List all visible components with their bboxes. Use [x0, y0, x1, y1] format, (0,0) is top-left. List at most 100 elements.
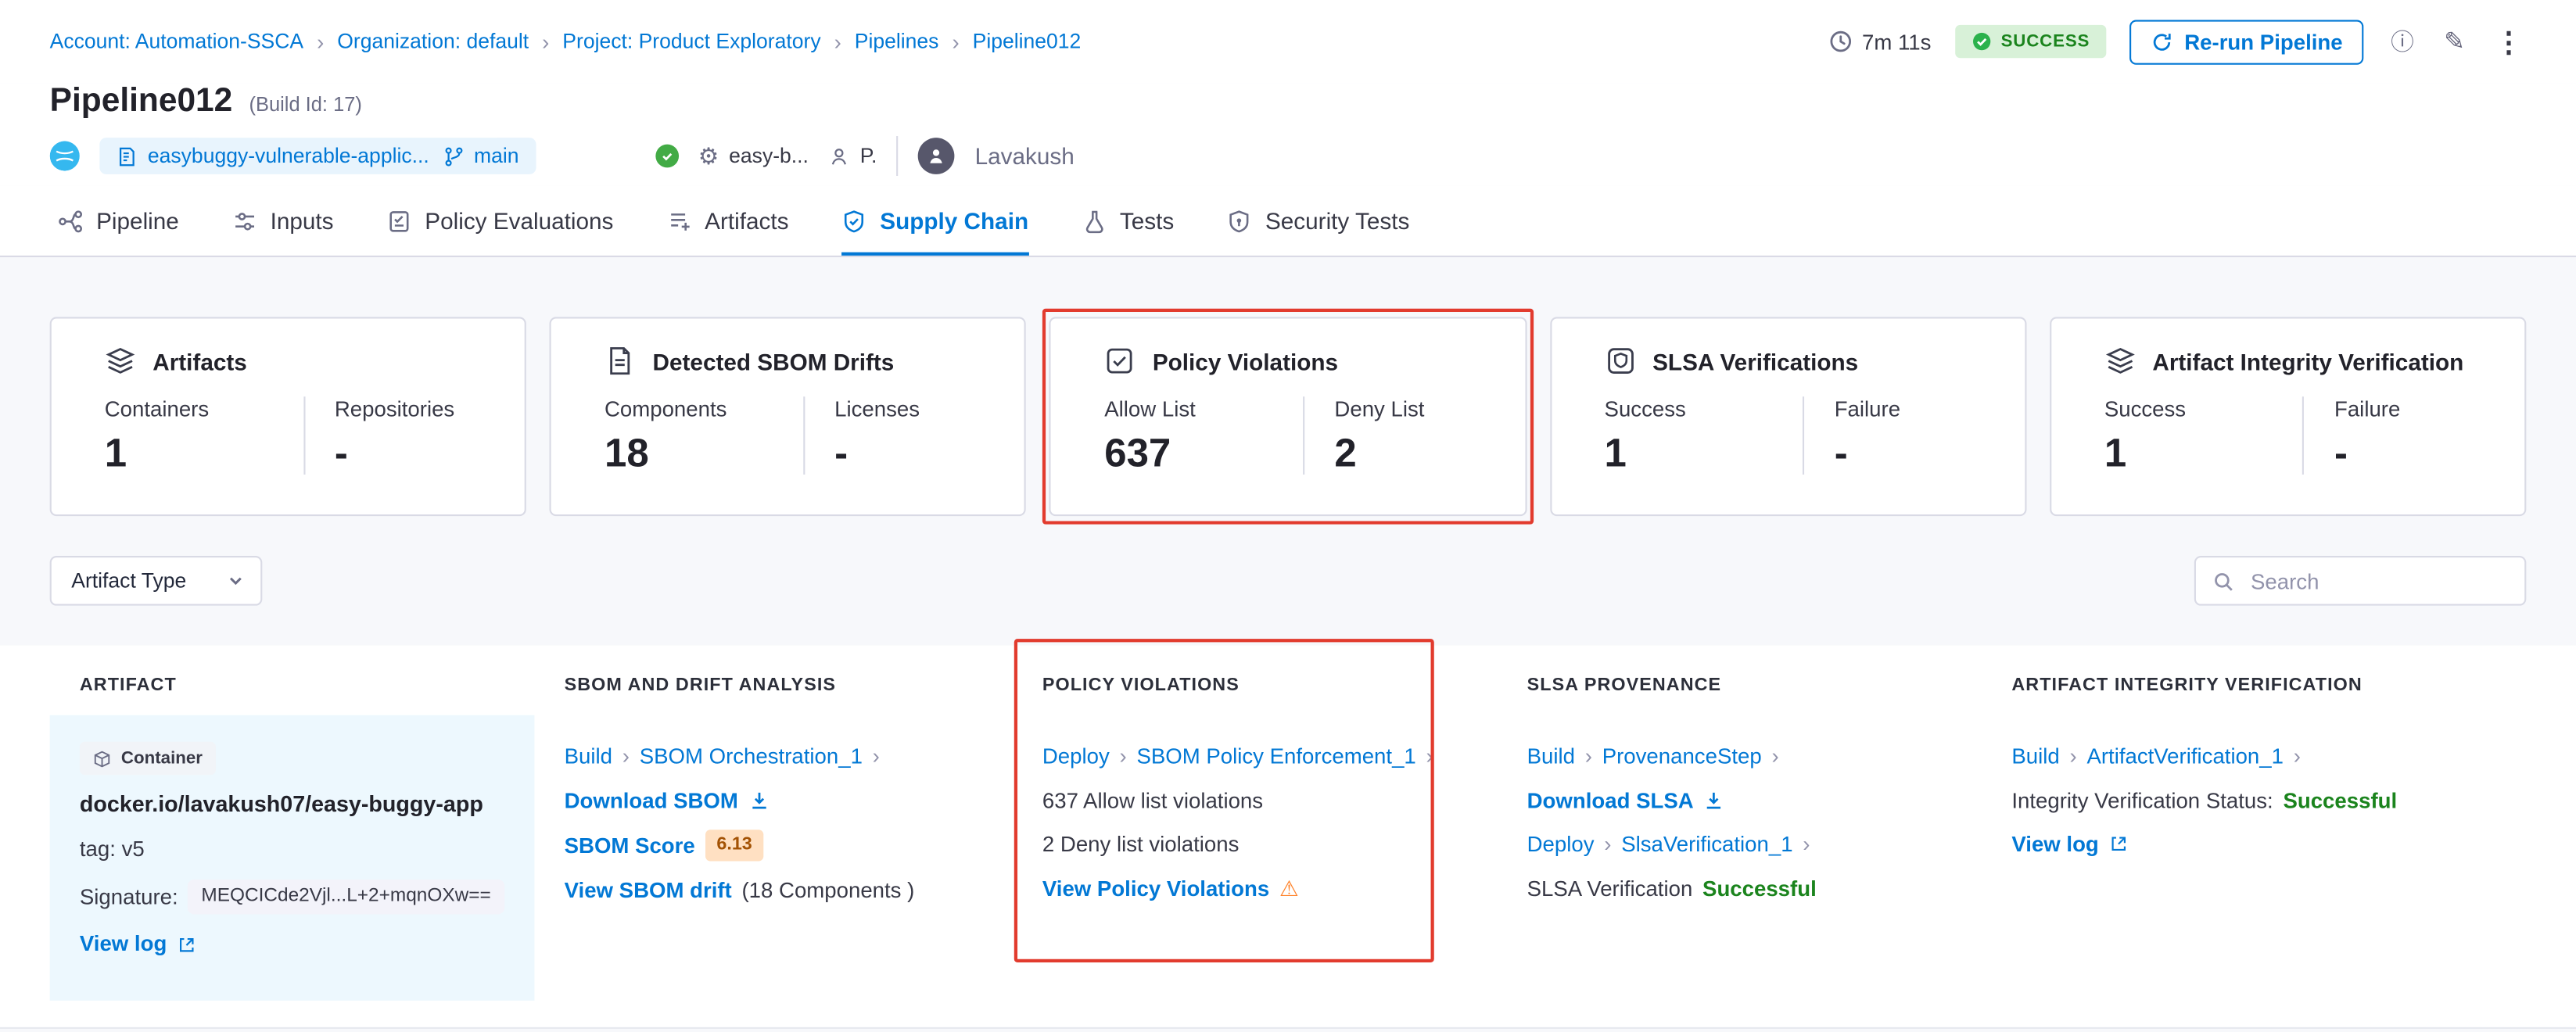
- tab-policy-evaluations[interactable]: Policy Evaluations: [386, 186, 613, 256]
- tab-security-tests[interactable]: Security Tests: [1227, 186, 1409, 256]
- metric-value: 18: [605, 435, 803, 475]
- pipeline-execution-page: Account: Automation-SSCA Organization: d…: [0, 0, 2576, 1032]
- card-title: Policy Violations: [1153, 348, 1338, 374]
- card-artifact-integrity: Artifact Integrity Verification Success1…: [2050, 317, 2527, 516]
- col-header-artifact: ARTIFACT: [50, 655, 535, 715]
- slsa-verification-label: SLSA Verification: [1527, 874, 1693, 903]
- edit-pipeline-icon[interactable]: ✎: [2441, 26, 2468, 57]
- page-title: Pipeline012: [50, 83, 233, 121]
- rerun-pipeline-button[interactable]: Re-run Pipeline: [2129, 19, 2364, 63]
- tab-label: Pipeline: [96, 207, 179, 234]
- tab-inputs[interactable]: Inputs: [232, 186, 334, 256]
- download-icon: [1703, 790, 1725, 812]
- chevron-down-icon: [228, 572, 244, 589]
- tab-label: Security Tests: [1265, 207, 1409, 234]
- metric-label: Containers: [105, 396, 303, 421]
- chevron-icon: [1585, 742, 1592, 771]
- breadcrumb-pipelines[interactable]: Pipelines: [855, 30, 939, 53]
- metric-label: Components: [605, 396, 803, 421]
- breadcrumb-project[interactable]: Project: Product Exploratory: [562, 30, 820, 53]
- table-row: Container docker.io/lavakush07/easy-bugg…: [0, 715, 2576, 1001]
- tests-icon: [1082, 208, 1107, 233]
- col-header-slsa: SLSA PROVENANCE: [1497, 655, 1982, 715]
- more-options-icon[interactable]: ⋮: [2492, 24, 2527, 59]
- status-badge: SUCCESS: [1954, 25, 2106, 58]
- integrity-stage-link[interactable]: Build: [2011, 742, 2059, 771]
- sbom-drifts-card-icon: [605, 345, 636, 376]
- metric-label: Success: [2104, 396, 2303, 421]
- tab-tests[interactable]: Tests: [1082, 186, 1174, 256]
- slsa-stage-link[interactable]: Build: [1527, 742, 1575, 771]
- repo-chip[interactable]: easybuggy-vulnerable-applic... main: [99, 138, 535, 174]
- card-title: Artifact Integrity Verification: [2152, 348, 2463, 374]
- info-icon[interactable]: ⓘ: [2388, 27, 2417, 56]
- slsa-verify-stage-link[interactable]: Deploy: [1527, 830, 1595, 858]
- breadcrumb: Account: Automation-SSCA Organization: d…: [50, 29, 1082, 54]
- metric-value: 1: [105, 435, 303, 475]
- metric-value: -: [834, 435, 1002, 475]
- metric-value: -: [1835, 435, 2002, 475]
- artifact-integrity-card-icon: [2104, 345, 2136, 376]
- repo-name: easybuggy-vulnerable-applic...: [148, 145, 429, 168]
- chevron-icon: [1771, 742, 1778, 771]
- cell-artifact-integrity: Build ArtifactVerification_1 Integrity V…: [1982, 715, 2526, 1001]
- slsa-step-link[interactable]: ProvenanceStep: [1602, 742, 1762, 771]
- duration-text: 7m 11s: [1862, 29, 1931, 54]
- policy-violations-card-icon: [1104, 345, 1136, 376]
- metric-label: Success: [1605, 396, 1803, 421]
- service-chip[interactable]: ⚙ easy-b...: [698, 145, 809, 168]
- artifact-view-log-link[interactable]: View log: [80, 930, 196, 959]
- sbom-step-link[interactable]: SBOM Orchestration_1: [640, 742, 863, 771]
- breadcrumb-account[interactable]: Account: Automation-SSCA: [50, 30, 303, 53]
- breadcrumb-pipeline012[interactable]: Pipeline012: [973, 30, 1082, 53]
- sbom-drift-components: (18 Components ): [741, 876, 914, 905]
- divider: [897, 136, 899, 176]
- view-sbom-drift-link[interactable]: View SBOM drift: [565, 876, 732, 905]
- sbom-score-link[interactable]: SBOM Score: [565, 831, 695, 860]
- supply-chain-icon: [841, 208, 866, 233]
- tab-label: Supply Chain: [880, 207, 1028, 234]
- breadcrumb-organization[interactable]: Organization: default: [337, 30, 529, 53]
- execution-duration: 7m 11s: [1829, 29, 1932, 54]
- search-icon: [2212, 570, 2234, 592]
- cell-sbom: Build SBOM Orchestration_1 Download SBOM…: [534, 715, 1012, 1001]
- download-slsa-link[interactable]: Download SLSA: [1527, 786, 1725, 815]
- integrity-step-link[interactable]: ArtifactVerification_1: [2086, 742, 2284, 771]
- triggered-by-user: Lavakush: [975, 143, 1075, 170]
- execution-icon: [50, 141, 80, 170]
- slsa-card-icon: [1605, 345, 1636, 376]
- download-sbom-link[interactable]: Download SBOM: [565, 786, 770, 815]
- user-avatar: [918, 138, 955, 174]
- sbom-stage-link[interactable]: Build: [565, 742, 612, 771]
- policy-step-link[interactable]: SBOM Policy Enforcement_1: [1136, 742, 1415, 771]
- tab-supply-chain[interactable]: Supply Chain: [841, 186, 1028, 256]
- rerun-label: Re-run Pipeline: [2184, 29, 2342, 54]
- metric-value: 2: [1334, 435, 1501, 475]
- policy-evaluations-icon: [386, 208, 411, 233]
- warning-icon: ⚠: [1279, 874, 1299, 903]
- inputs-icon: [232, 208, 257, 233]
- artifact-type-select[interactable]: Artifact Type: [50, 556, 263, 606]
- slsa-verify-step-link[interactable]: SlsaVerification_1: [1621, 830, 1792, 858]
- policy-stage-link[interactable]: Deploy: [1042, 742, 1110, 771]
- card-title: SLSA Verifications: [1652, 348, 1858, 374]
- tab-pipeline[interactable]: Pipeline: [58, 186, 179, 256]
- integrity-status-value: Successful: [2283, 786, 2397, 815]
- view-policy-violations-link[interactable]: View Policy Violations: [1042, 874, 1269, 903]
- artifacts-icon: [666, 208, 691, 233]
- search-input[interactable]: [2248, 567, 2508, 595]
- environment-label: P.: [860, 145, 877, 168]
- tab-label: Tests: [1120, 207, 1174, 234]
- environment-chip[interactable]: P.: [828, 145, 877, 168]
- card-sbom-drifts: Detected SBOM Drifts Components18 Licens…: [550, 317, 1027, 516]
- integrity-view-log-link[interactable]: View log: [2011, 830, 2127, 858]
- execution-tabs: Pipeline Inputs Policy Evaluations Artif…: [0, 186, 2576, 257]
- external-link-icon: [2109, 835, 2127, 853]
- container-icon: [93, 749, 111, 767]
- tab-artifacts[interactable]: Artifacts: [666, 186, 788, 256]
- clock-icon: [1829, 30, 1853, 53]
- metric-value: -: [335, 435, 502, 475]
- col-header-policy-violations: POLICY VIOLATIONS: [1013, 655, 1498, 715]
- pipeline-icon: [58, 208, 83, 233]
- chevron-icon: [1120, 742, 1127, 771]
